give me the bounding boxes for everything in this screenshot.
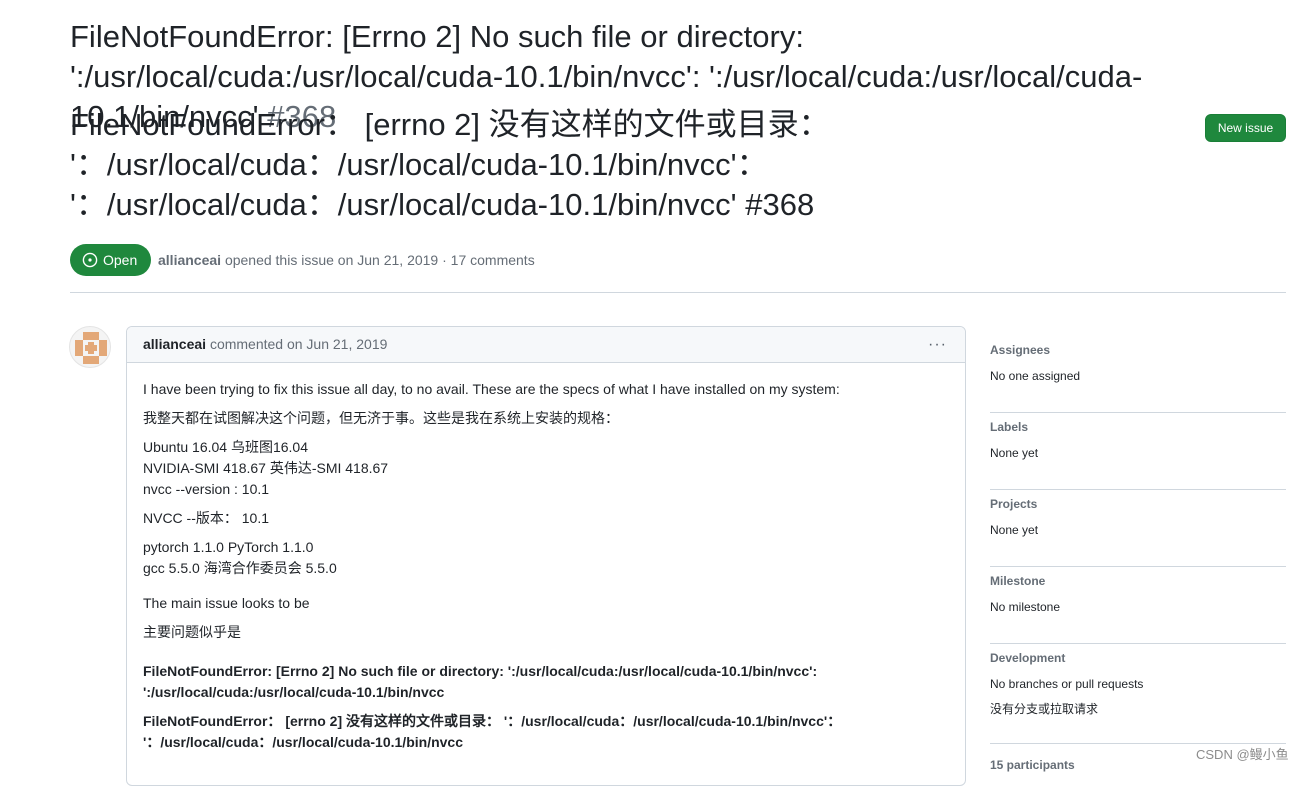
error-message: FileNotFoundError: [Errno 2] No such fil… xyxy=(143,663,818,700)
header-divider xyxy=(70,292,1286,293)
spec-line: gcc 5.5.0 海湾合作委员会 5.5.0 xyxy=(143,560,337,576)
sidebar-labels-title[interactable]: Labels xyxy=(990,413,1286,434)
sidebar-development: Development No branches or pull requests… xyxy=(990,644,1286,744)
issue-sidebar: Assignees No one assigned Labels None ye… xyxy=(990,336,1286,772)
issue-title-translated: FileNotFoundError： [errno 2] 没有这样的文件或目录：… xyxy=(70,105,1185,225)
spec-line: pytorch 1.1.0 PyTorch 1.1.0 xyxy=(143,539,314,555)
issue-opened-icon xyxy=(82,252,98,268)
identicon-icon xyxy=(75,332,107,364)
comment-author-link[interactable]: allianceai xyxy=(143,336,206,352)
sidebar-labels-value: None yet xyxy=(990,446,1039,460)
sidebar-development-value-translated: 没有分支或拉取请求 xyxy=(990,702,1099,716)
spec-line: NVIDIA-SMI 418.67 英伟达-SMI 418.67 xyxy=(143,460,389,476)
comment-paragraph: 我整天都在试图解决这个问题，但无济于事。这些是我在系统上安装的规格： xyxy=(143,410,619,426)
comment-paragraph: The main issue looks to be xyxy=(143,595,310,611)
comment-paragraph: I have been trying to fix this issue all… xyxy=(143,381,840,397)
issue-comment: allianceai commented on Jun 21, 2019 ···… xyxy=(126,326,966,786)
sidebar-assignees-value: No one assigned xyxy=(990,369,1081,383)
sidebar-milestone: Milestone No milestone xyxy=(990,567,1286,644)
comment-header: allianceai commented on Jun 21, 2019 ··· xyxy=(127,327,965,363)
sidebar-assignees-title[interactable]: Assignees xyxy=(990,336,1286,357)
sidebar-assignees: Assignees No one assigned xyxy=(990,336,1286,413)
spec-line: nvcc --version : 10.1 xyxy=(143,481,270,497)
kebab-menu-icon[interactable]: ··· xyxy=(928,327,947,362)
new-issue-button[interactable]: New issue xyxy=(1205,114,1286,142)
comment-paragraph: NVCC --版本： 10.1 xyxy=(143,510,270,526)
specs-block: Ubuntu 16.04 乌班图16.04 NVIDIA-SMI 418.67 … xyxy=(143,437,949,500)
sidebar-milestone-value: No milestone xyxy=(990,600,1061,614)
issue-author-link[interactable]: allianceai xyxy=(158,252,221,268)
sidebar-development-title[interactable]: Development xyxy=(990,644,1286,665)
sidebar-milestone-title[interactable]: Milestone xyxy=(990,567,1286,588)
error-message-translated: FileNotFoundError： [errno 2] 没有这样的文件或目录：… xyxy=(143,713,842,750)
sidebar-projects-value: None yet xyxy=(990,523,1039,537)
issue-meta: allianceai opened this issue on Jun 21, … xyxy=(158,251,535,269)
sidebar-projects: Projects None yet xyxy=(990,490,1286,567)
specs-block: pytorch 1.1.0 PyTorch 1.1.0 gcc 5.5.0 海湾… xyxy=(143,537,949,579)
issue-state-badge: Open xyxy=(70,244,151,276)
avatar[interactable] xyxy=(69,326,111,368)
comment-body: I have been trying to fix this issue all… xyxy=(127,363,965,753)
issue-title-translated-text: FileNotFoundError： [errno 2] 没有这样的文件或目录：… xyxy=(70,107,830,222)
comment-timestamp[interactable]: commented on Jun 21, 2019 xyxy=(210,336,387,352)
spec-line: Ubuntu 16.04 乌班图16.04 xyxy=(143,439,308,455)
sidebar-development-value: No branches or pull requests xyxy=(990,677,1144,691)
issue-meta-text: opened this issue on Jun 21, 2019 · 17 c… xyxy=(224,252,535,268)
issue-state-label: Open xyxy=(103,252,138,268)
comment-paragraph: 主要问题似乎是 xyxy=(143,624,241,640)
sidebar-projects-title[interactable]: Projects xyxy=(990,490,1286,511)
watermark: CSDN @鳗小鱼 xyxy=(1196,747,1289,762)
sidebar-labels: Labels None yet xyxy=(990,413,1286,490)
issue-number-translated: #368 xyxy=(745,187,815,222)
